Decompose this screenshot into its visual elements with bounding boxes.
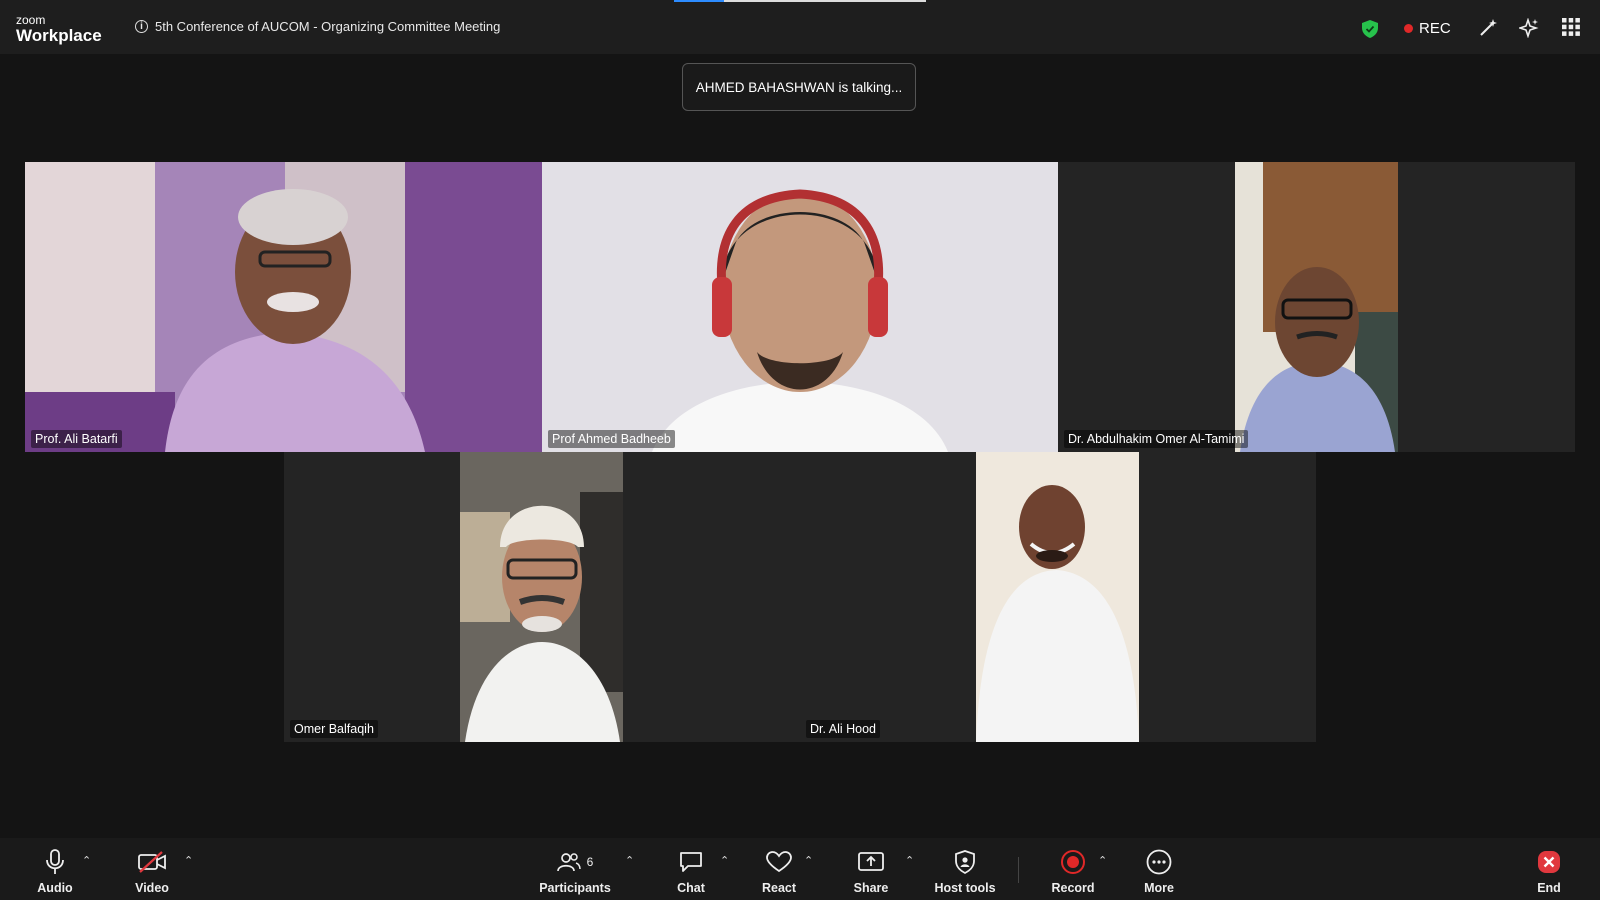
app-logo: zoom Workplace bbox=[16, 14, 102, 44]
video-label: Video bbox=[135, 881, 169, 895]
audio-label: Audio bbox=[37, 881, 73, 895]
security-shield-icon[interactable] bbox=[1362, 20, 1378, 43]
participants-button[interactable]: 6 Participants bbox=[537, 838, 613, 900]
record-icon bbox=[1060, 847, 1086, 877]
host-tools-button[interactable]: Host tools bbox=[934, 838, 996, 900]
sparkle-icon[interactable] bbox=[1517, 17, 1539, 43]
record-button[interactable]: Record bbox=[1051, 838, 1095, 900]
participant-name: Omer Balfaqih bbox=[290, 720, 378, 738]
apps-grid-icon[interactable] bbox=[1562, 18, 1580, 41]
participant-video bbox=[25, 162, 542, 452]
more-icon bbox=[1146, 847, 1172, 877]
info-icon[interactable]: i bbox=[135, 20, 148, 33]
chat-icon bbox=[679, 847, 703, 877]
host-tools-label: Host tools bbox=[934, 881, 996, 895]
top-progress-indicator bbox=[674, 0, 926, 2]
top-bar: zoom Workplace i 5th Conference of AUCOM… bbox=[0, 0, 1600, 54]
rec-label: REC bbox=[1419, 20, 1451, 37]
participants-options-chevron-up-icon[interactable]: ⌃ bbox=[625, 854, 634, 867]
recording-indicator[interactable]: REC bbox=[1404, 20, 1451, 37]
participant-name: Dr. Ali Hood bbox=[806, 720, 881, 738]
share-label: Share bbox=[853, 881, 889, 895]
product-name: Workplace bbox=[16, 26, 102, 45]
participant-tile[interactable]: Prof. Ali Batarfi bbox=[25, 162, 542, 452]
chat-button[interactable]: Chat bbox=[670, 838, 712, 900]
participant-tile[interactable]: Dr. Abdulhakim Omer Al-Tamimi bbox=[1058, 162, 1575, 452]
host-tools-icon bbox=[955, 847, 975, 877]
magic-wand-icon[interactable] bbox=[1478, 18, 1498, 43]
participants-icon: 6 bbox=[556, 847, 594, 877]
brand-name: zoom bbox=[16, 13, 46, 27]
video-button[interactable]: Video bbox=[131, 838, 173, 900]
participants-label: Participants bbox=[539, 881, 611, 895]
participant-video bbox=[460, 452, 623, 742]
participant-tile[interactable]: Dr. Ali Hood bbox=[800, 452, 1316, 742]
share-screen-icon bbox=[858, 847, 884, 877]
share-options-chevron-up-icon[interactable]: ⌃ bbox=[905, 854, 914, 867]
participants-count: 6 bbox=[586, 855, 594, 869]
participant-name: Prof Ahmed Badheeb bbox=[548, 430, 675, 448]
video-options-chevron-up-icon[interactable]: ⌃ bbox=[184, 854, 193, 867]
meeting-controls-bar: Audio ⌃ Video ⌃ 6 Participants ⌃ Chat ⌃ … bbox=[0, 838, 1600, 900]
end-icon bbox=[1537, 847, 1561, 877]
video-off-icon bbox=[138, 847, 166, 877]
record-options-chevron-up-icon[interactable]: ⌃ bbox=[1098, 854, 1107, 867]
audio-options-chevron-up-icon[interactable]: ⌃ bbox=[82, 854, 91, 867]
participant-name: Prof. Ali Batarfi bbox=[31, 430, 122, 448]
microphone-icon bbox=[45, 847, 65, 877]
participant-video bbox=[1235, 162, 1398, 452]
more-button[interactable]: More bbox=[1138, 838, 1180, 900]
record-label: Record bbox=[1051, 881, 1095, 895]
chat-label: Chat bbox=[677, 881, 705, 895]
meeting-title: 5th Conference of AUCOM - Organizing Com… bbox=[155, 19, 501, 34]
toolbar-divider bbox=[1018, 857, 1019, 883]
chat-options-chevron-up-icon[interactable]: ⌃ bbox=[720, 854, 729, 867]
react-button[interactable]: React bbox=[758, 838, 800, 900]
react-options-chevron-up-icon[interactable]: ⌃ bbox=[804, 854, 813, 867]
participant-tile[interactable]: Omer Balfaqih bbox=[284, 452, 800, 742]
share-button[interactable]: Share bbox=[850, 838, 892, 900]
participant-video bbox=[542, 162, 1058, 452]
more-label: More bbox=[1144, 881, 1174, 895]
audio-button[interactable]: Audio bbox=[34, 838, 76, 900]
participant-tile[interactable]: Prof Ahmed Badheeb bbox=[542, 162, 1058, 452]
end-label: End bbox=[1537, 881, 1561, 895]
react-label: React bbox=[761, 881, 797, 895]
participant-name: Dr. Abdulhakim Omer Al-Tamimi bbox=[1064, 430, 1249, 448]
active-speaker-banner: AHMED BAHASHWAN is talking... bbox=[682, 63, 916, 111]
participant-video bbox=[976, 452, 1139, 742]
end-button[interactable]: End bbox=[1528, 838, 1570, 900]
recording-dot-icon bbox=[1404, 24, 1413, 33]
react-heart-icon bbox=[766, 847, 792, 877]
meeting-info[interactable]: i 5th Conference of AUCOM - Organizing C… bbox=[135, 19, 500, 34]
